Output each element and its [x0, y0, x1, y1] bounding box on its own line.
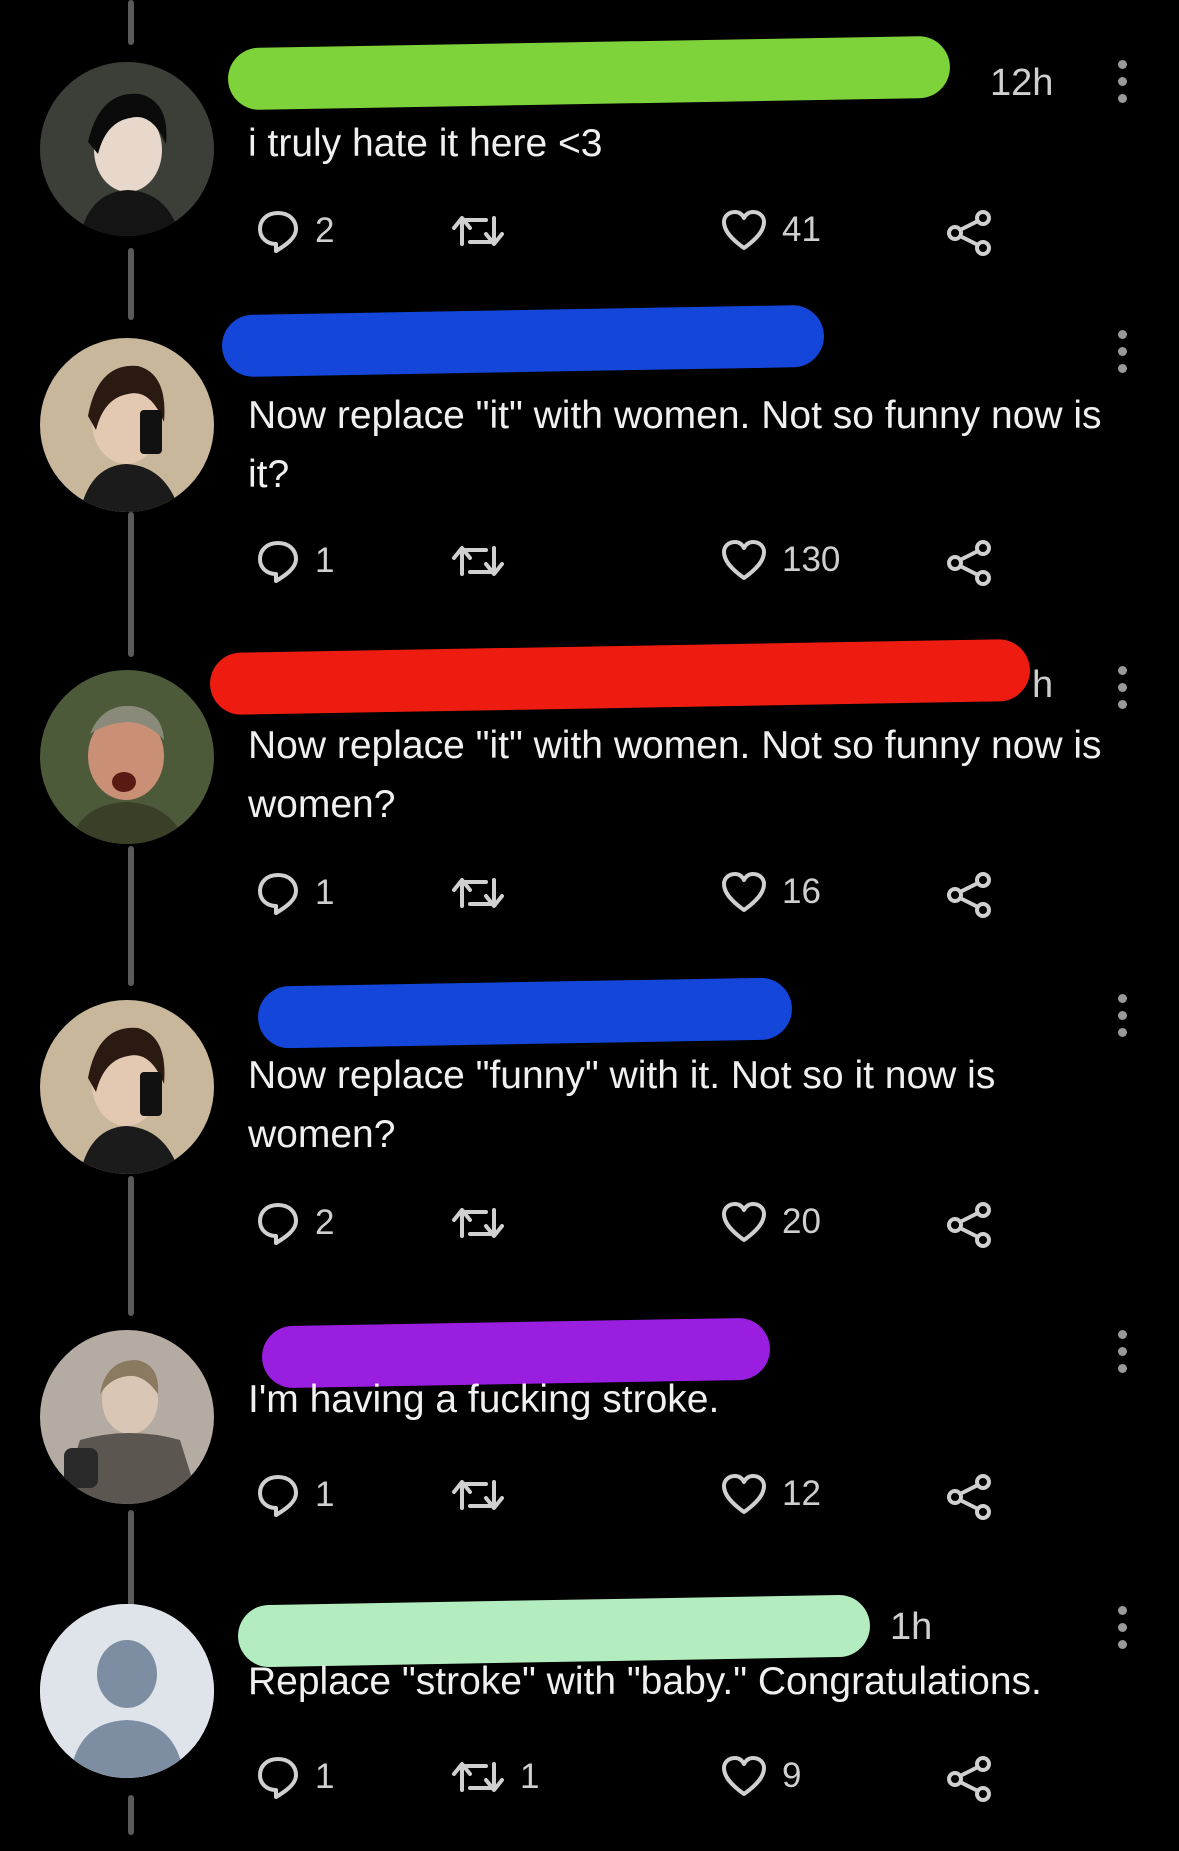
- timestamp: 12h: [990, 62, 1054, 104]
- more-options-icon[interactable]: [1117, 330, 1127, 373]
- heart-icon: [722, 1756, 766, 1796]
- reply-count: 1: [315, 541, 335, 580]
- reply-button[interactable]: 1: [255, 1472, 334, 1518]
- avatar[interactable]: [40, 1330, 214, 1504]
- timestamp: 1h: [890, 1606, 933, 1648]
- post-text: Now replace "it" with women. Not so funn…: [248, 724, 1102, 826]
- post-text: Now replace "it" with women. Not so funn…: [248, 394, 1102, 496]
- heart-icon: [722, 210, 766, 250]
- like-count: 41: [782, 210, 821, 249]
- reply-icon: [258, 873, 298, 915]
- action-bar: 2 20: [255, 1200, 1015, 1256]
- post[interactable]: 1h Replace "stroke" with "baby." Congrat…: [0, 1590, 1179, 1851]
- reply-button[interactable]: 2: [255, 1200, 334, 1246]
- action-bar: 1 12: [255, 1472, 1015, 1528]
- heart-icon: [722, 872, 766, 912]
- avatar[interactable]: [40, 62, 214, 236]
- post-text: i truly hate it here <3: [248, 122, 603, 165]
- repost-icon: [452, 1762, 504, 1792]
- repost-button[interactable]: [450, 870, 520, 916]
- like-button[interactable]: 41: [720, 208, 821, 252]
- post[interactable]: h Now replace "it" with women. Not so fu…: [0, 630, 1179, 960]
- reply-icon: [258, 1757, 298, 1799]
- heart-icon: [722, 1202, 766, 1242]
- reply-count: 1: [315, 1757, 335, 1796]
- like-count: 130: [782, 540, 841, 579]
- share-button[interactable]: [945, 1200, 995, 1250]
- action-bar: 1 130: [255, 538, 1015, 594]
- like-count: 9: [782, 1756, 802, 1795]
- like-button[interactable]: 9: [720, 1754, 801, 1798]
- repost-count: 1: [520, 1757, 540, 1796]
- post[interactable]: Now replace "funny" with it. Not so it n…: [0, 960, 1179, 1290]
- repost-button[interactable]: 1: [450, 1754, 539, 1800]
- reply-count: 1: [315, 873, 335, 912]
- share-icon: [947, 210, 991, 256]
- avatar[interactable]: [40, 338, 214, 512]
- avatar[interactable]: [40, 1000, 214, 1174]
- post-text: Replace "stroke" with "baby." Congratula…: [248, 1660, 1042, 1703]
- reply-count: 1: [315, 1475, 335, 1514]
- reply-count: 2: [315, 1203, 335, 1242]
- more-options-icon[interactable]: [1117, 1330, 1127, 1373]
- share-button[interactable]: [945, 208, 995, 258]
- share-icon: [947, 1202, 991, 1248]
- share-button[interactable]: [945, 538, 995, 588]
- action-bar: 1 1 9: [255, 1754, 1015, 1810]
- reply-icon: [258, 1475, 298, 1517]
- like-button[interactable]: 20: [720, 1200, 821, 1244]
- share-icon: [947, 872, 991, 918]
- like-button[interactable]: 12: [720, 1472, 821, 1516]
- repost-button[interactable]: [450, 538, 520, 584]
- repost-icon: [452, 878, 504, 908]
- repost-icon: [452, 1480, 504, 1510]
- share-icon: [947, 1474, 991, 1520]
- timestamp: h: [1032, 664, 1054, 706]
- reply-button[interactable]: 1: [255, 1754, 334, 1800]
- post-text: I'm having a fucking stroke.: [248, 1378, 720, 1421]
- redacted-username: [227, 35, 951, 111]
- reply-count: 2: [315, 211, 335, 250]
- like-button[interactable]: 16: [720, 870, 821, 914]
- reply-icon: [258, 1203, 298, 1245]
- like-count: 12: [782, 1474, 821, 1513]
- repost-icon: [452, 546, 504, 576]
- post[interactable]: 12h i truly hate it here <3 2 41: [0, 0, 1179, 300]
- reply-button[interactable]: 2: [255, 208, 334, 254]
- share-button[interactable]: [945, 870, 995, 920]
- more-options-icon[interactable]: [1117, 60, 1127, 103]
- repost-button[interactable]: [450, 208, 520, 254]
- repost-icon: [452, 1208, 504, 1238]
- heart-icon: [722, 1474, 766, 1514]
- like-count: 20: [782, 1202, 821, 1241]
- redacted-username: [221, 304, 825, 378]
- post-text: Now replace "funny" with it. Not so it n…: [248, 1054, 996, 1156]
- redacted-username: [257, 977, 793, 1049]
- avatar[interactable]: [40, 670, 214, 844]
- more-options-icon[interactable]: [1117, 1606, 1127, 1649]
- post[interactable]: I'm having a fucking stroke. 1 12: [0, 1290, 1179, 1590]
- action-bar: 2 41: [255, 208, 1015, 264]
- reply-icon: [258, 541, 298, 583]
- more-options-icon[interactable]: [1117, 994, 1127, 1037]
- reply-button[interactable]: 1: [255, 538, 334, 584]
- share-button[interactable]: [945, 1472, 995, 1522]
- post[interactable]: Now replace "it" with women. Not so funn…: [0, 300, 1179, 630]
- like-count: 16: [782, 872, 821, 911]
- share-icon: [947, 540, 991, 586]
- avatar[interactable]: [40, 1604, 214, 1778]
- share-icon: [947, 1756, 991, 1802]
- share-button[interactable]: [945, 1754, 995, 1804]
- action-bar: 1 16: [255, 870, 1015, 926]
- repost-icon: [452, 216, 504, 246]
- repost-button[interactable]: [450, 1472, 520, 1518]
- repost-button[interactable]: [450, 1200, 520, 1246]
- heart-icon: [722, 540, 766, 580]
- redacted-username: [209, 638, 1031, 716]
- more-options-icon[interactable]: [1117, 666, 1127, 709]
- like-button[interactable]: 130: [720, 538, 840, 582]
- reply-icon: [258, 211, 298, 253]
- reply-button[interactable]: 1: [255, 870, 334, 916]
